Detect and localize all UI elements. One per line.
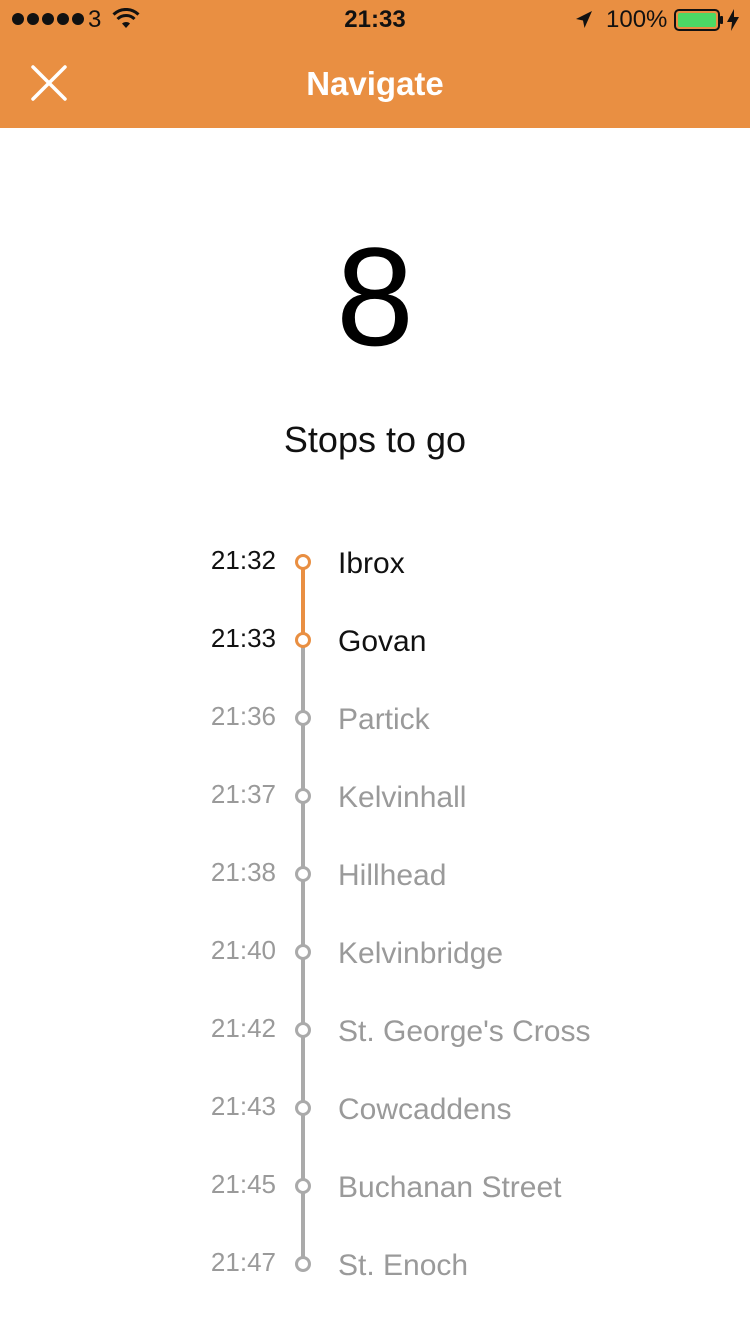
stop-row: 21:47 St. Enoch [0,1222,750,1300]
stop-marker-icon [295,1022,311,1038]
stop-name: Partick [338,703,430,736]
stop-name: Cowcaddens [338,1093,512,1126]
stop-name: Hillhead [338,859,447,892]
stop-row: 21:37 Kelvinhall [0,754,750,832]
status-bar: 3 21:33 100% [0,0,750,40]
stop-name: Ibrox [338,547,405,580]
stop-marker-icon [295,788,311,804]
stop-time: 21:33 [210,623,276,653]
stop-row: 21:42 St. George's Cross [0,988,750,1066]
stop-name: St. Enoch [338,1249,469,1282]
stop-row: 21:32 Ibrox [0,520,750,598]
location-arrow-icon [576,11,592,28]
stop-time: 21:43 [210,1091,276,1121]
stop-row: 21:45 Buchanan Street [0,1144,750,1222]
stop-marker-icon [295,632,311,648]
stop-name: St. George's Cross [338,1015,591,1048]
stop-row: 21:36 Partick [0,676,750,754]
stop-marker-icon [295,866,311,882]
navigation-header: 3 21:33 100% Navigate [0,0,750,128]
charging-icon [727,9,739,31]
stop-name: Govan [338,625,427,658]
stop-name: Kelvinhall [338,781,467,814]
stop-time: 21:42 [210,1013,276,1043]
page-title: Navigate [306,65,444,102]
stop-name: Kelvinbridge [338,937,504,970]
stop-time: 21:40 [210,935,276,965]
stop-row: 21:43 Cowcaddens [0,1066,750,1144]
stop-time: 21:32 [210,545,276,575]
stop-row: 21:33 Govan [0,598,750,676]
stop-time: 21:45 [210,1169,276,1199]
stops-remaining-label: Stops to go [283,419,467,460]
battery-icon [674,9,723,31]
stop-marker-icon [295,554,311,570]
stops-remaining-count: 8 [336,218,414,375]
battery-percentage: 100% [606,6,668,33]
stop-marker-icon [295,1178,311,1194]
stop-time: 21:37 [210,779,276,809]
stop-row: 21:38 Hillhead [0,832,750,910]
stop-row: 21:40 Kelvinbridge [0,910,750,988]
stop-time: 21:38 [210,857,276,887]
stop-marker-icon [295,1100,311,1116]
stop-name: Buchanan Street [338,1171,562,1204]
stop-time: 21:47 [210,1247,276,1277]
stop-time: 21:36 [210,701,276,731]
stop-marker-icon [295,944,311,960]
stop-timeline: 21:32 Ibrox 21:33 Govan 21:36 Partick 21:37 Kel… [0,520,750,1300]
stop-marker-icon [295,1256,311,1272]
stop-marker-icon [295,710,311,726]
